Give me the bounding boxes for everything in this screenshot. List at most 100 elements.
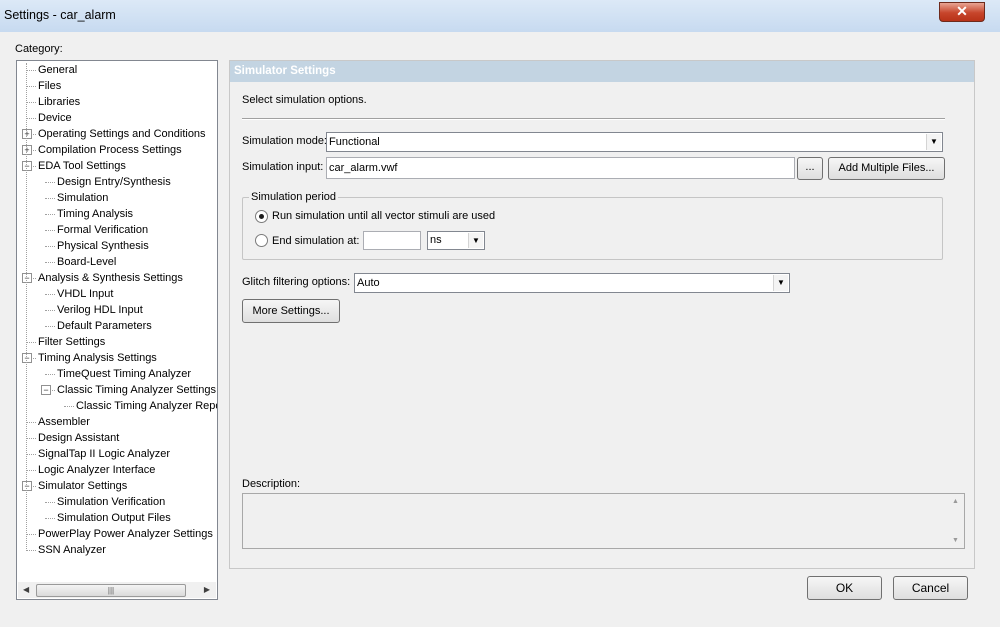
category-tree[interactable]: General Files Libraries Device Operating Set…: [16, 60, 218, 600]
tree-item-label: EDA Tool Settings: [38, 160, 126, 172]
tree-connector: [26, 342, 36, 343]
collapse-icon[interactable]: −: [22, 161, 32, 171]
tree-item-label: Default Parameters: [57, 320, 152, 332]
tree-connector: [45, 310, 55, 311]
tree-item-label: VHDL Input: [57, 288, 114, 300]
scroll-up-icon[interactable]: ▲: [952, 498, 959, 505]
cancel-button[interactable]: Cancel: [893, 576, 968, 600]
simulation-mode-select[interactable]: Functional ▼: [326, 132, 943, 152]
collapse-icon[interactable]: −: [22, 481, 32, 491]
tree-item[interactable]: Device: [38, 110, 72, 126]
window-title: Settings - car_alarm: [4, 8, 116, 22]
divider: [242, 118, 945, 120]
tree-item[interactable]: Compilation Process Settings: [38, 142, 182, 158]
more-settings-button[interactable]: More Settings...: [242, 299, 340, 323]
simulation-period-title: Simulation period: [249, 191, 338, 203]
tree-item[interactable]: Simulation Output Files: [57, 510, 171, 526]
tree-item-label: Simulator Settings: [38, 480, 128, 492]
tree-item[interactable]: Libraries: [38, 94, 80, 110]
collapse-icon[interactable]: −: [41, 385, 51, 395]
category-label: Category:: [15, 43, 63, 55]
glitch-filtering-label: Glitch filtering options:: [242, 276, 351, 288]
tree-connector: [26, 438, 36, 439]
tree-item[interactable]: Classic Timing Analyzer Settings: [57, 382, 216, 398]
panel-header: Simulator Settings: [230, 61, 974, 82]
tree-item[interactable]: Logic Analyzer Interface: [38, 462, 155, 478]
tree-item[interactable]: Design Entry/Synthesis: [57, 174, 171, 190]
tree-horizontal-scrollbar[interactable]: ◀ ||| ▶: [18, 582, 216, 598]
tree-item[interactable]: Operating Settings and Conditions: [38, 126, 206, 142]
time-unit-select[interactable]: ns ▼: [427, 231, 485, 250]
end-simulation-label: End simulation at:: [272, 235, 360, 247]
tree-item[interactable]: SSN Analyzer: [38, 542, 106, 558]
chevron-down-icon[interactable]: ▼: [926, 134, 941, 150]
tree-item-label: Verilog HDL Input: [57, 304, 143, 316]
tree-item[interactable]: Analysis & Synthesis Settings: [38, 270, 183, 286]
expand-icon[interactable]: +: [22, 145, 32, 155]
tree-item[interactable]: Simulator Settings: [38, 478, 127, 494]
tree-item[interactable]: Design Assistant: [38, 430, 119, 446]
tree-item[interactable]: Filter Settings: [38, 334, 105, 350]
tree-item-label: Simulation Verification: [57, 496, 166, 508]
tree-connector: [45, 262, 55, 263]
scroll-thumb[interactable]: |||: [36, 584, 186, 597]
tree-item[interactable]: Classic Timing Analyzer Reports: [76, 398, 218, 414]
tree-item-label: Classic Timing Analyzer Reports: [76, 400, 218, 412]
chevron-down-icon[interactable]: ▼: [773, 275, 788, 291]
tree-item[interactable]: Simulation Verification: [57, 494, 165, 510]
end-time-field[interactable]: [363, 231, 421, 250]
tree-item-label: SignalTap II Logic Analyzer: [38, 448, 171, 460]
tree-item-label: Classic Timing Analyzer Settings: [57, 384, 216, 396]
tree-item[interactable]: Board-Level: [57, 254, 116, 270]
simulation-input-field[interactable]: car_alarm.vwf: [326, 157, 795, 179]
tree-item-label: Formal Verification: [57, 224, 149, 236]
tree-item[interactable]: TimeQuest Timing Analyzer: [57, 366, 191, 382]
ok-button[interactable]: OK: [807, 576, 882, 600]
tree-connector: [26, 550, 36, 551]
simulation-input-label: Simulation input:: [242, 161, 324, 173]
scroll-right-icon[interactable]: ▶: [204, 585, 210, 594]
scroll-down-icon[interactable]: ▼: [952, 537, 959, 544]
tree-connector: [26, 422, 36, 423]
tree-item[interactable]: Timing Analysis Settings: [38, 350, 157, 366]
tree-item[interactable]: VHDL Input: [57, 286, 113, 302]
add-multiple-files-button[interactable]: Add Multiple Files...: [828, 157, 945, 180]
tree-item[interactable]: Timing Analysis: [57, 206, 133, 222]
description-scrollbar[interactable]: ▲ ▼: [948, 494, 964, 548]
run-until-stimuli-radio[interactable]: [255, 210, 268, 223]
tree-item[interactable]: Default Parameters: [57, 318, 152, 334]
tree-item[interactable]: Verilog HDL Input: [57, 302, 143, 318]
tree-item[interactable]: EDA Tool Settings: [38, 158, 126, 174]
tree-item-label: TimeQuest Timing Analyzer: [57, 368, 192, 380]
tree-item[interactable]: Formal Verification: [57, 222, 148, 238]
glitch-filtering-select[interactable]: Auto ▼: [354, 273, 790, 293]
description-label: Description:: [242, 478, 301, 490]
collapse-icon[interactable]: −: [22, 273, 32, 283]
tree-item[interactable]: Assembler: [38, 414, 90, 430]
expand-icon[interactable]: +: [22, 129, 32, 139]
title-bar: Settings - car_alarm ✕: [0, 0, 1000, 32]
close-button[interactable]: ✕: [939, 2, 985, 22]
chevron-down-icon[interactable]: ▼: [468, 233, 483, 248]
tree-item[interactable]: Physical Synthesis: [57, 238, 149, 254]
tree-item-label: Assembler: [38, 416, 90, 428]
browse-button[interactable]: ...: [797, 157, 823, 180]
tree-item[interactable]: PowerPlay Power Analyzer Settings: [38, 526, 213, 542]
tree-item-label: Timing Analysis: [57, 208, 134, 220]
scroll-left-icon[interactable]: ◀: [23, 585, 29, 594]
tree-item[interactable]: General: [38, 62, 77, 78]
tree-item-label: Operating Settings and Conditions: [38, 128, 206, 140]
tree-item[interactable]: Files: [38, 78, 61, 94]
tree-item-label: General: [38, 64, 78, 76]
end-simulation-radio[interactable]: [255, 234, 268, 247]
tree-item-label: Device: [38, 112, 72, 124]
tree-item-label: Files: [38, 80, 62, 92]
collapse-icon[interactable]: −: [22, 353, 32, 363]
tree-item-label: Libraries: [38, 96, 81, 108]
tree-item[interactable]: Simulation: [57, 190, 108, 206]
tree-item[interactable]: SignalTap II Logic Analyzer: [38, 446, 170, 462]
tree-connector: [45, 246, 55, 247]
run-until-stimuli-label: Run simulation until all vector stimuli …: [272, 210, 496, 222]
tree-connector: [45, 326, 55, 327]
tree-item-label: Design Entry/Synthesis: [57, 176, 171, 188]
